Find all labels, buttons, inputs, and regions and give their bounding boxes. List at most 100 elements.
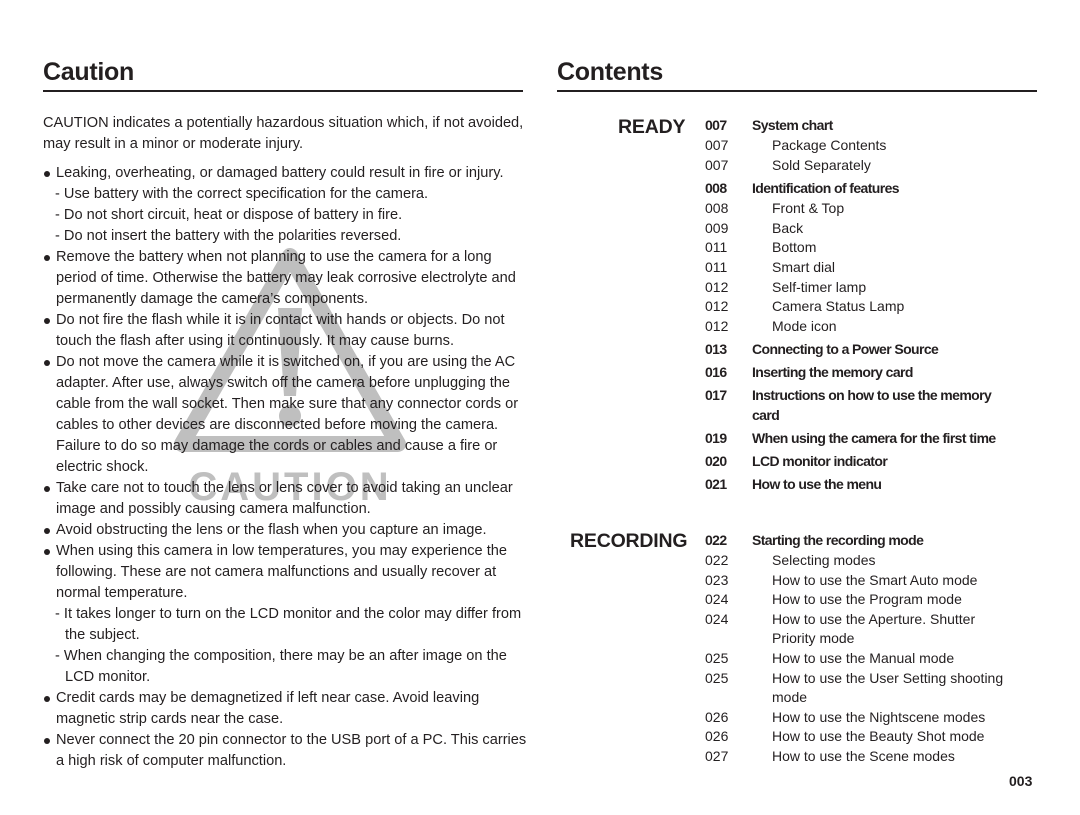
toc-entry-title: Starting the recording mode: [752, 532, 924, 548]
caution-item-text: Avoid obstructing the lens or the flash …: [56, 522, 487, 538]
toc-entry-title: Instructions on how to use the memory ca…: [752, 387, 992, 424]
toc-entry[interactable]: 013 Connecting to a Power Source: [705, 339, 1035, 359]
toc-page-number: 007: [705, 117, 727, 133]
toc-entry[interactable]: 017 Instructions on how to use the memory…: [705, 385, 1035, 425]
toc-subentry[interactable]: 009 Back: [705, 219, 1035, 239]
toc-ready: 007 System chart 007 Package Contents 007 Sol…: [705, 115, 1035, 495]
toc-subentry[interactable]: 011 Smart dial: [705, 258, 1035, 278]
caution-item: Never connect the 20 pin connector to th…: [43, 730, 529, 772]
caution-item: Take care not to touch the lens or lens …: [43, 478, 529, 520]
caution-subitem: - When changing the composition, there m…: [55, 648, 507, 685]
caution-item-text: Remove the battery when not planning to …: [56, 249, 516, 307]
toc-subentry[interactable]: 008 Front & Top: [705, 199, 1035, 219]
toc-entry-title: LCD monitor indicator: [752, 453, 888, 470]
caution-item: When using this camera in low temperatur…: [43, 541, 529, 604]
toc-entry[interactable]: 020 LCD monitor indicator: [705, 451, 1035, 471]
toc-subentry[interactable]: 011 Bottom: [705, 238, 1035, 258]
bullet-icon: [44, 696, 50, 702]
toc-subentry[interactable]: 025 How to use the Manual mode: [705, 649, 1035, 669]
toc-entry-title: How to use the Beauty Shot mode: [772, 728, 985, 745]
bullet-icon: [44, 171, 50, 177]
caution-item-text: When using this camera in low temperatur…: [56, 543, 508, 601]
toc-entry-title: How to use the Program mode: [772, 591, 962, 608]
caution-item: Leaking, overheating, or damaged battery…: [43, 163, 529, 184]
toc-entry[interactable]: 016 Inserting the memory card: [705, 362, 1035, 382]
caution-subitem: - Use battery with the correct specifica…: [55, 186, 429, 202]
toc-subentry[interactable]: 027 How to use the Scene modes: [705, 747, 1035, 767]
toc-page-number: 022: [705, 532, 727, 548]
toc-subentry[interactable]: 024 How to use the Program mode: [705, 590, 1035, 610]
toc-entry-title: How to use the Aperture. Shutter Priorit…: [772, 610, 976, 647]
toc-subentry[interactable]: 012 Self-timer lamp: [705, 278, 1035, 298]
toc-entry-title: Front & Top: [772, 200, 845, 217]
contents-heading: Contents: [557, 58, 663, 86]
toc-subentry[interactable]: 025 How to use the User Setting shooting …: [705, 669, 1035, 708]
bullet-icon: [44, 528, 50, 534]
toc-subentry[interactable]: 026 How to use the Nightscene modes: [705, 708, 1035, 728]
toc-page-number: 008: [705, 200, 729, 217]
toc-entry-title: System chart: [752, 117, 833, 133]
caution-list: Leaking, overheating, or damaged battery…: [43, 163, 529, 772]
toc-entry[interactable]: 022 Starting the recording mode: [705, 530, 1035, 550]
toc-page-number: 012: [705, 317, 729, 334]
contents-heading-rule: [557, 90, 1037, 92]
toc-page-number: 022: [705, 552, 729, 568]
section-label-recording: RECORDING: [570, 530, 688, 552]
toc-subentry[interactable]: 024 How to use the Aperture. Shutter Prio…: [705, 610, 1035, 649]
toc-entry-title: Sold Separately: [772, 156, 871, 173]
toc-subentry[interactable]: 012 Camera Status Lamp: [705, 297, 1035, 317]
toc-entry-title: Bottom: [772, 239, 817, 256]
toc-entry[interactable]: 007 System chart: [705, 115, 1035, 135]
toc-entry-title: Selecting modes: [772, 552, 876, 568]
toc-page-number: 012: [705, 278, 729, 295]
toc-page-number: 009: [705, 219, 729, 236]
caution-subitem: - Do not short circuit, heat or dispose …: [55, 207, 403, 223]
toc-entry-title: Connecting to a Power Source: [752, 341, 939, 358]
toc-subentry[interactable]: 022 Selecting modes: [705, 551, 1035, 571]
toc-entry-title: Mode icon: [772, 317, 837, 334]
toc-subentry[interactable]: 012 Mode icon: [705, 317, 1035, 337]
toc-page-number: 024: [705, 591, 729, 608]
toc-page-number: 007: [705, 156, 729, 173]
caution-item-text: Do not fire the flash while it is in con…: [56, 312, 505, 349]
toc-page-number: 020: [705, 453, 727, 470]
section-label-ready: READY: [618, 116, 686, 138]
toc-entry-title: Back: [772, 219, 804, 236]
toc-page-number: 016: [705, 364, 727, 381]
toc-subentry[interactable]: 023 How to use the Smart Auto mode: [705, 571, 1035, 591]
caution-item: Do not fire the flash while it is in con…: [43, 310, 529, 352]
caution-item-text: Do not move the camera while it is switc…: [56, 354, 519, 475]
toc-entry-title: Inserting the memory card: [752, 364, 913, 381]
toc-subentry[interactable]: 026 How to use the Beauty Shot mode: [705, 727, 1035, 747]
toc-page-number: 025: [705, 669, 729, 686]
caution-item: Do not move the camera while it is switc…: [43, 352, 529, 478]
toc-page-number: 011: [705, 258, 728, 275]
caution-heading: Caution: [43, 58, 134, 86]
toc-page-number: 026: [705, 728, 729, 745]
toc-page-number: 027: [705, 747, 729, 764]
toc-page-number: 017: [705, 387, 727, 404]
toc-entry-title: Self-timer lamp: [772, 278, 867, 295]
toc-page-number: 008: [705, 180, 727, 197]
toc-entry-title: How to use the Smart Auto mode: [772, 571, 978, 588]
toc-recording: 022 Starting the recording mode 022 Selecti…: [705, 530, 1035, 767]
toc-page-number: 019: [705, 430, 727, 447]
caution-heading-rule: [43, 90, 523, 92]
toc-entry-title: How to use the User Setting shooting mod…: [772, 669, 1004, 706]
caution-item: Remove the battery when not planning to …: [43, 247, 529, 310]
bullet-icon: [44, 549, 50, 555]
bullet-icon: [44, 738, 50, 744]
caution-item-text: Leaking, overheating, or damaged battery…: [56, 165, 504, 181]
caution-intro: CAUTION indicates a potentially hazardou…: [43, 115, 524, 152]
toc-entry-title: How to use the Scene modes: [772, 747, 955, 764]
toc-entry[interactable]: 021 How to use the menu: [705, 474, 1035, 494]
toc-subentry[interactable]: 007 Package Contents: [705, 136, 1035, 156]
toc-entry[interactable]: 008 Identification of features: [705, 178, 1035, 198]
toc-entry[interactable]: 019 When using the camera for the first t…: [705, 428, 1035, 448]
toc-page-number: 024: [705, 610, 729, 627]
toc-subentry[interactable]: 007 Sold Separately: [705, 156, 1035, 176]
caution-item: Avoid obstructing the lens or the flash …: [43, 520, 529, 541]
caution-item-text: Take care not to touch the lens or lens …: [56, 480, 513, 517]
caution-item-text: Credit cards may be demagnetized if left…: [56, 690, 480, 727]
toc-page-number: 007: [705, 137, 729, 153]
